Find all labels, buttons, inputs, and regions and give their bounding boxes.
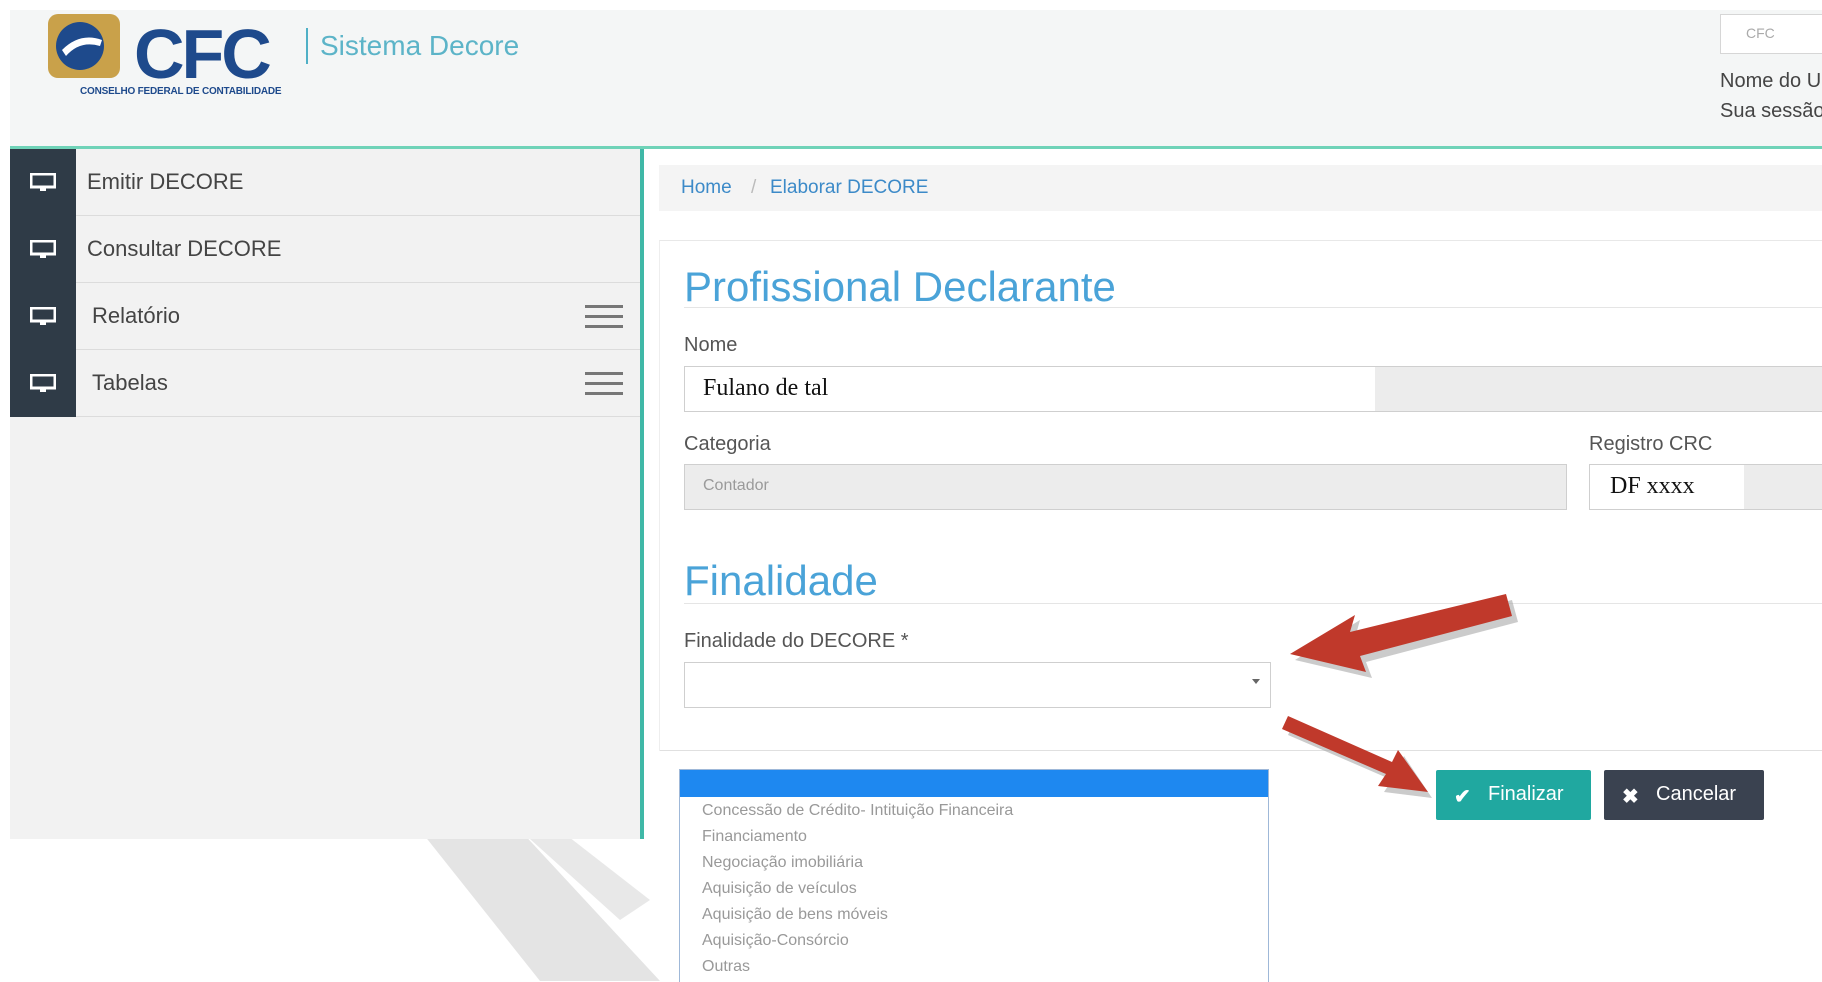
finalizar-button-label: Finalizar: [1488, 783, 1564, 805]
session-info: Sua sessão: [1720, 100, 1822, 122]
sidebar-item-label: Relatório: [92, 303, 181, 328]
panel-bottom-border: [660, 750, 1822, 751]
cancelar-button-label: Cancelar: [1656, 783, 1737, 805]
dropdown-option[interactable]: Outras: [702, 958, 750, 976]
dropdown-option[interactable]: Concessão de Crédito- Intituição Finance…: [702, 802, 1013, 820]
finalidade-select[interactable]: [684, 662, 1271, 708]
dropdown-option[interactable]: Aquisição de bens móveis: [702, 906, 888, 924]
dropdown-option[interactable]: Negociação imobiliária: [702, 854, 863, 872]
check-icon: ✔: [1454, 786, 1471, 808]
sidebar-item-label: Tabelas: [92, 370, 168, 395]
cfc-logo-emblem: [48, 14, 120, 78]
finalizar-button[interactable]: ✔ Finalizar: [1436, 770, 1591, 820]
breadcrumb-home-link[interactable]: Home: [681, 177, 732, 199]
dropdown-option[interactable]: Financiamento: [702, 828, 807, 846]
monitor-icon: [10, 283, 76, 350]
breadcrumb: Home / Elaborar DECORE: [659, 165, 1822, 211]
categoria-value: Contador: [703, 477, 769, 494]
system-name: Sistema Decore: [320, 30, 520, 61]
section-title-finalidade: Finalidade: [684, 557, 878, 604]
finalidade-options-list[interactable]: Concessão de Crédito- Intituição Finance…: [679, 769, 1269, 982]
chevron-down-icon: [1252, 679, 1260, 684]
sidebar-item-emitir-decore[interactable]: Emitir DECORE: [10, 149, 640, 216]
registro-crc-field[interactable]: DF xxxx: [1589, 464, 1822, 510]
hamburger-menu-icon[interactable]: [585, 372, 623, 396]
monitor-icon: [10, 149, 76, 216]
dropdown-option[interactable]: Aquisição de veículos: [702, 880, 857, 898]
nome-value: Fulano de tal: [703, 375, 829, 401]
registro-crc-readonly-part: [1744, 465, 1822, 509]
logo-subtitle: CONSELHO FEDERAL DE CONTABILIDADE: [80, 86, 282, 97]
sidebar: Emitir DECORE Consultar DECORE Relatório…: [10, 149, 644, 839]
header-search-box[interactable]: CFC: [1720, 14, 1822, 54]
breadcrumb-current-link[interactable]: Elaborar DECORE: [770, 177, 928, 199]
breadcrumb-separator: /: [751, 177, 757, 198]
section-divider: [684, 603, 1822, 604]
close-icon: ✖: [1622, 786, 1639, 808]
cfc-logo[interactable]: CFC CONSELHO FEDERAL DE CONTABILIDADE: [44, 10, 304, 100]
monitor-icon: [10, 350, 76, 417]
hamburger-menu-icon[interactable]: [585, 305, 623, 329]
dropdown-highlighted-option[interactable]: [680, 770, 1268, 797]
user-name: Nome do U: [1720, 70, 1822, 92]
categoria-label: Categoria: [684, 433, 771, 455]
nome-field[interactable]: Fulano de tal: [684, 366, 1822, 412]
sidebar-item-consultar-decore[interactable]: Consultar DECORE: [10, 216, 640, 283]
categoria-field: Contador: [684, 464, 1567, 510]
section-title-profissional: Profissional Declarante: [684, 263, 1116, 310]
sidebar-item-relatorio[interactable]: Relatório: [10, 283, 640, 350]
cancelar-button[interactable]: ✖ Cancelar: [1604, 770, 1764, 820]
decore-form-panel: Profissional Declarante Nome Fulano de t…: [659, 240, 1822, 751]
sidebar-item-label: Consultar DECORE: [87, 236, 282, 261]
header-divider: [306, 28, 308, 64]
sidebar-item-label: Emitir DECORE: [87, 169, 244, 194]
dropdown-option[interactable]: Aquisição-Consórcio: [702, 932, 849, 950]
section-divider: [684, 307, 1822, 308]
nome-label: Nome: [684, 334, 738, 356]
monitor-icon: [10, 216, 76, 283]
sidebar-item-tabelas[interactable]: Tabelas: [10, 350, 640, 417]
app-header: CFC CONSELHO FEDERAL DE CONTABILIDADE Si…: [10, 10, 1822, 149]
finalidade-label: Finalidade do DECORE *: [684, 630, 909, 652]
registro-crc-label: Registro CRC: [1589, 433, 1713, 455]
logo-text: CFC: [134, 15, 272, 93]
nome-field-readonly-part: [1375, 367, 1822, 411]
registro-crc-value: DF xxxx: [1610, 473, 1695, 499]
